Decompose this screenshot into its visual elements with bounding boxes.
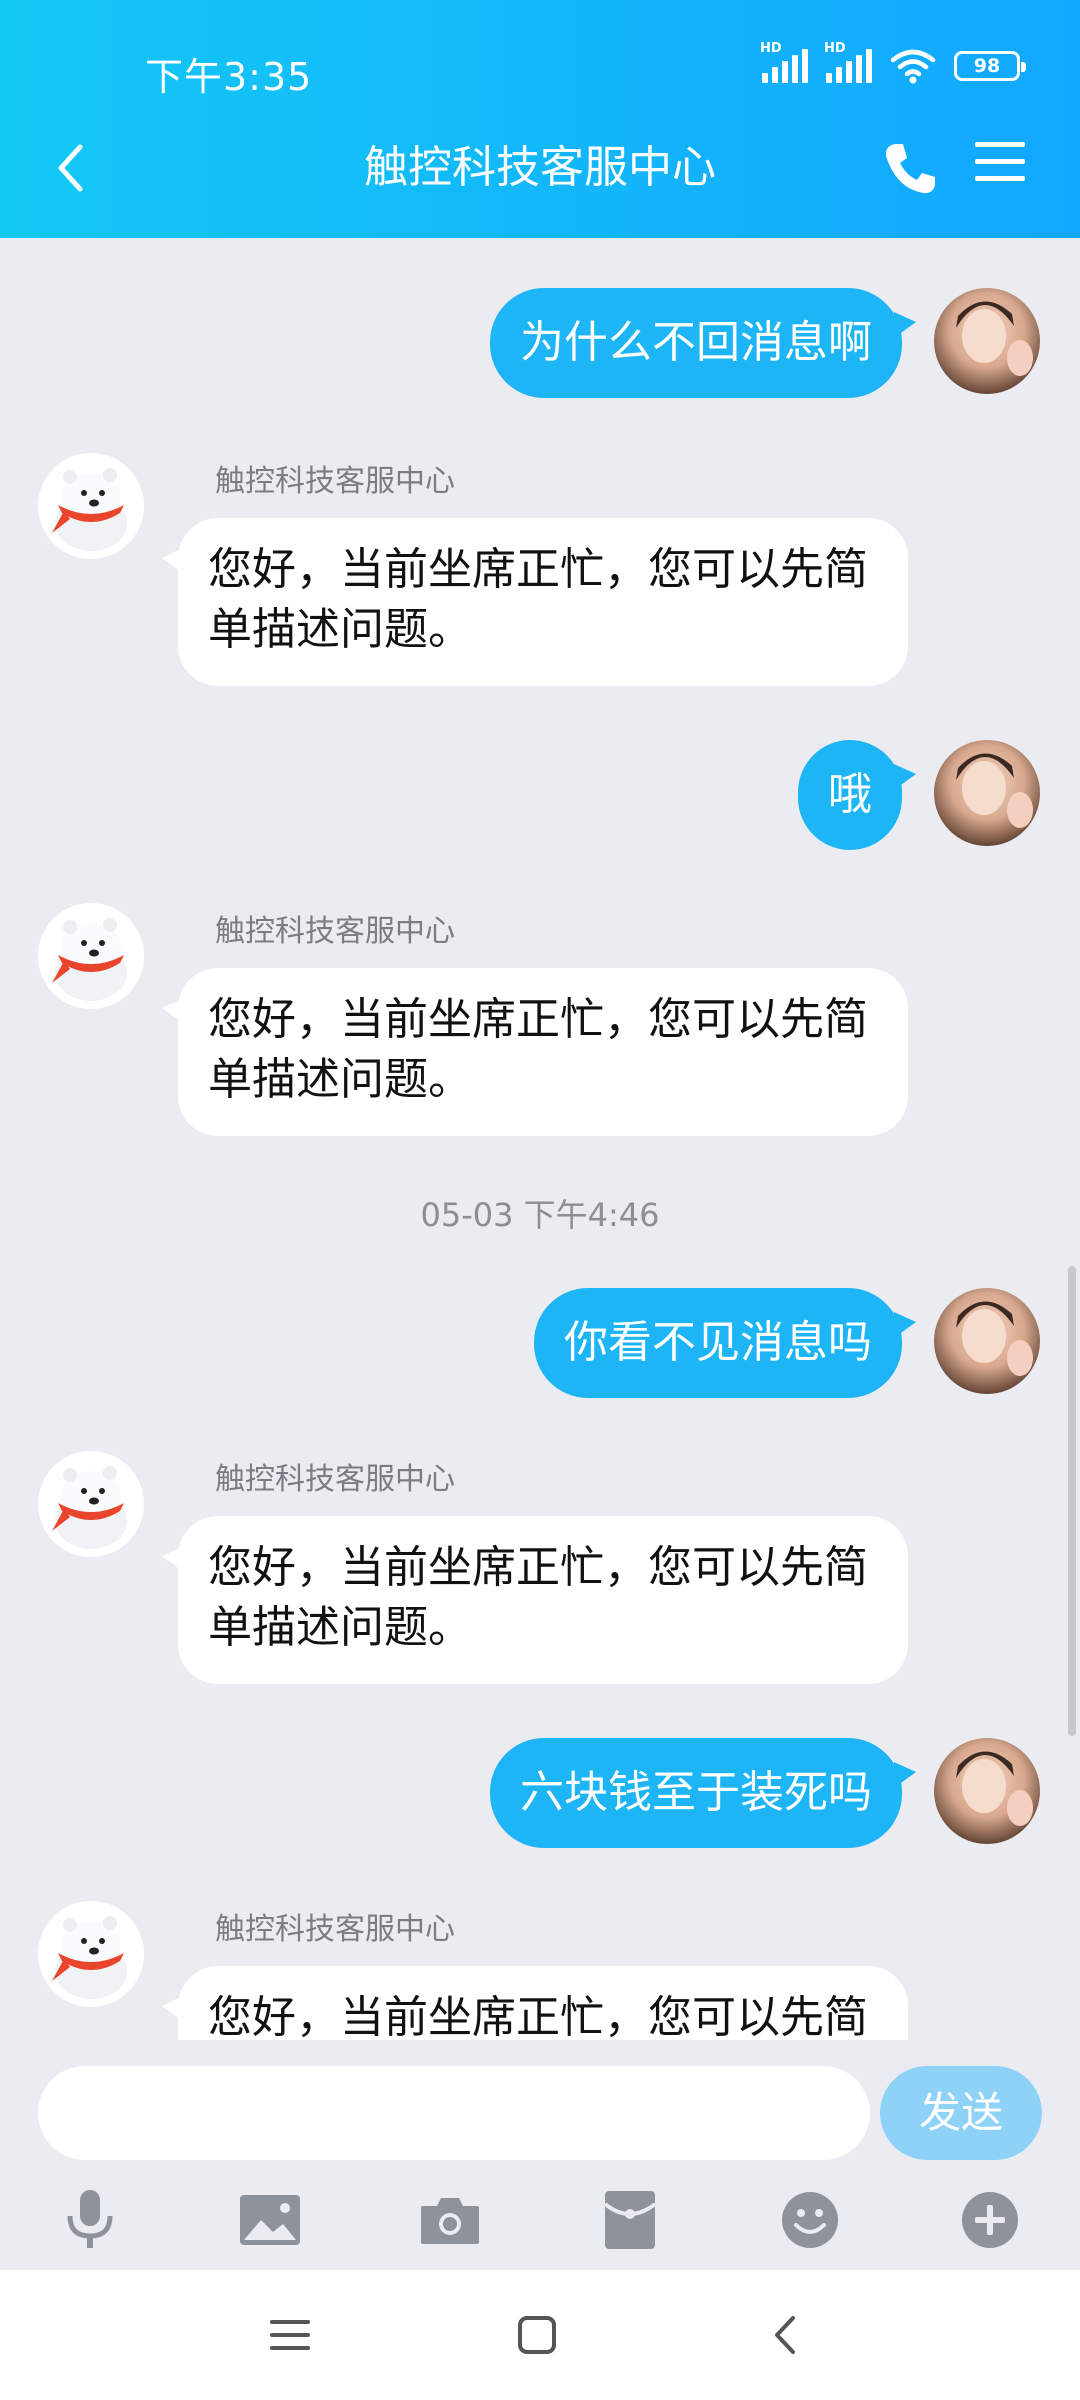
- outgoing-message[interactable]: 六块钱至于装死吗: [490, 1738, 916, 1848]
- battery-icon: 98: [954, 51, 1026, 81]
- microphone-icon: [67, 2190, 113, 2248]
- system-nav-bar: [0, 2270, 1080, 2400]
- chat-area[interactable]: 为什么不回消息啊 触控科技客服中心 您好，当前坐席正忙，您可以先简单描述问题。 …: [0, 238, 1080, 2040]
- user-avatar-image: [956, 301, 1033, 376]
- composer: 发送: [0, 2040, 1080, 2270]
- red-packet-button[interactable]: [590, 2180, 670, 2260]
- signal-icon: HD: [824, 41, 872, 83]
- incoming-message[interactable]: 您好，当前坐席正忙，您可以先简单描述问题。: [162, 968, 908, 1136]
- menu-button[interactable]: [975, 140, 1035, 200]
- user-avatar-image: [956, 753, 1033, 828]
- outgoing-message[interactable]: 哦: [798, 740, 916, 850]
- square-icon: [518, 2316, 556, 2354]
- user-avatar[interactable]: [934, 288, 1040, 394]
- message-timestamp: 05-03 下午4:46: [420, 1196, 660, 1234]
- battery-level: 98: [973, 55, 1001, 77]
- user-avatar-image: [956, 1751, 1033, 1826]
- polar-bear-icon: [52, 468, 127, 551]
- message-input[interactable]: [38, 2066, 870, 2160]
- nav-menu-button[interactable]: [255, 2300, 325, 2370]
- nav-home-button[interactable]: [502, 2300, 572, 2370]
- bot-avatar[interactable]: [38, 1451, 144, 1557]
- outgoing-message[interactable]: 你看不见消息吗: [534, 1288, 916, 1398]
- incoming-message[interactable]: 您好，当前坐席正忙，您可以先简单描述问题。: [162, 518, 908, 686]
- incoming-message[interactable]: 您好，当前坐席正忙，您可以先简单描述问题。: [162, 1516, 908, 1684]
- composer-toolbar: [0, 2180, 1080, 2260]
- emoji-icon: [782, 2192, 838, 2248]
- camera-button[interactable]: [410, 2180, 490, 2260]
- user-avatar[interactable]: [934, 1738, 1040, 1844]
- polar-bear-icon: [52, 1916, 127, 1999]
- bot-avatar[interactable]: [38, 903, 144, 1009]
- user-avatar[interactable]: [934, 740, 1040, 846]
- send-button[interactable]: 发送: [880, 2066, 1042, 2160]
- menu-icon: [270, 2320, 310, 2350]
- bot-avatar[interactable]: [38, 453, 144, 559]
- menu-icon: [975, 142, 1025, 181]
- bot-avatar[interactable]: [38, 1901, 144, 2007]
- plus-icon: [962, 2192, 1018, 2248]
- emoji-button[interactable]: [770, 2180, 850, 2260]
- image-icon: [240, 2195, 300, 2245]
- red-packet-icon: [604, 2191, 656, 2249]
- user-avatar-image: [956, 1301, 1033, 1376]
- camera-icon: [421, 2198, 479, 2244]
- chevron-left-icon: [58, 144, 83, 192]
- back-button[interactable]: [40, 138, 100, 198]
- status-time: 下午3:35: [145, 55, 313, 99]
- header-bar: 下午3:35 HD HD 98 触控科技客服中心: [0, 0, 1080, 238]
- status-icons: HD HD 98: [760, 41, 1026, 84]
- more-button[interactable]: [950, 2180, 1030, 2260]
- image-button[interactable]: [230, 2180, 310, 2260]
- outgoing-message[interactable]: 为什么不回消息啊: [490, 288, 916, 398]
- wifi-icon: [890, 49, 936, 84]
- sender-name: 触控科技客服中心: [215, 1912, 455, 1947]
- user-avatar[interactable]: [934, 1288, 1040, 1394]
- signal-icon: HD: [760, 41, 808, 83]
- sender-name: 触控科技客服中心: [215, 914, 455, 949]
- call-button[interactable]: [875, 134, 945, 204]
- chevron-left-icon: [775, 2316, 795, 2354]
- scrollbar[interactable]: [1068, 1266, 1076, 1736]
- sender-name: 触控科技客服中心: [215, 1462, 455, 1497]
- polar-bear-icon: [52, 918, 127, 1001]
- incoming-message[interactable]: 您好，当前坐席正忙，您可以先简单描述问题。: [162, 1966, 908, 2040]
- phone-icon: [885, 144, 935, 194]
- title-bar: 触控科技客服中心: [0, 130, 1080, 210]
- sender-name: 触控科技客服中心: [215, 464, 455, 499]
- polar-bear-icon: [52, 1466, 127, 1549]
- nav-back-button[interactable]: [750, 2300, 820, 2370]
- voice-button[interactable]: [50, 2180, 130, 2260]
